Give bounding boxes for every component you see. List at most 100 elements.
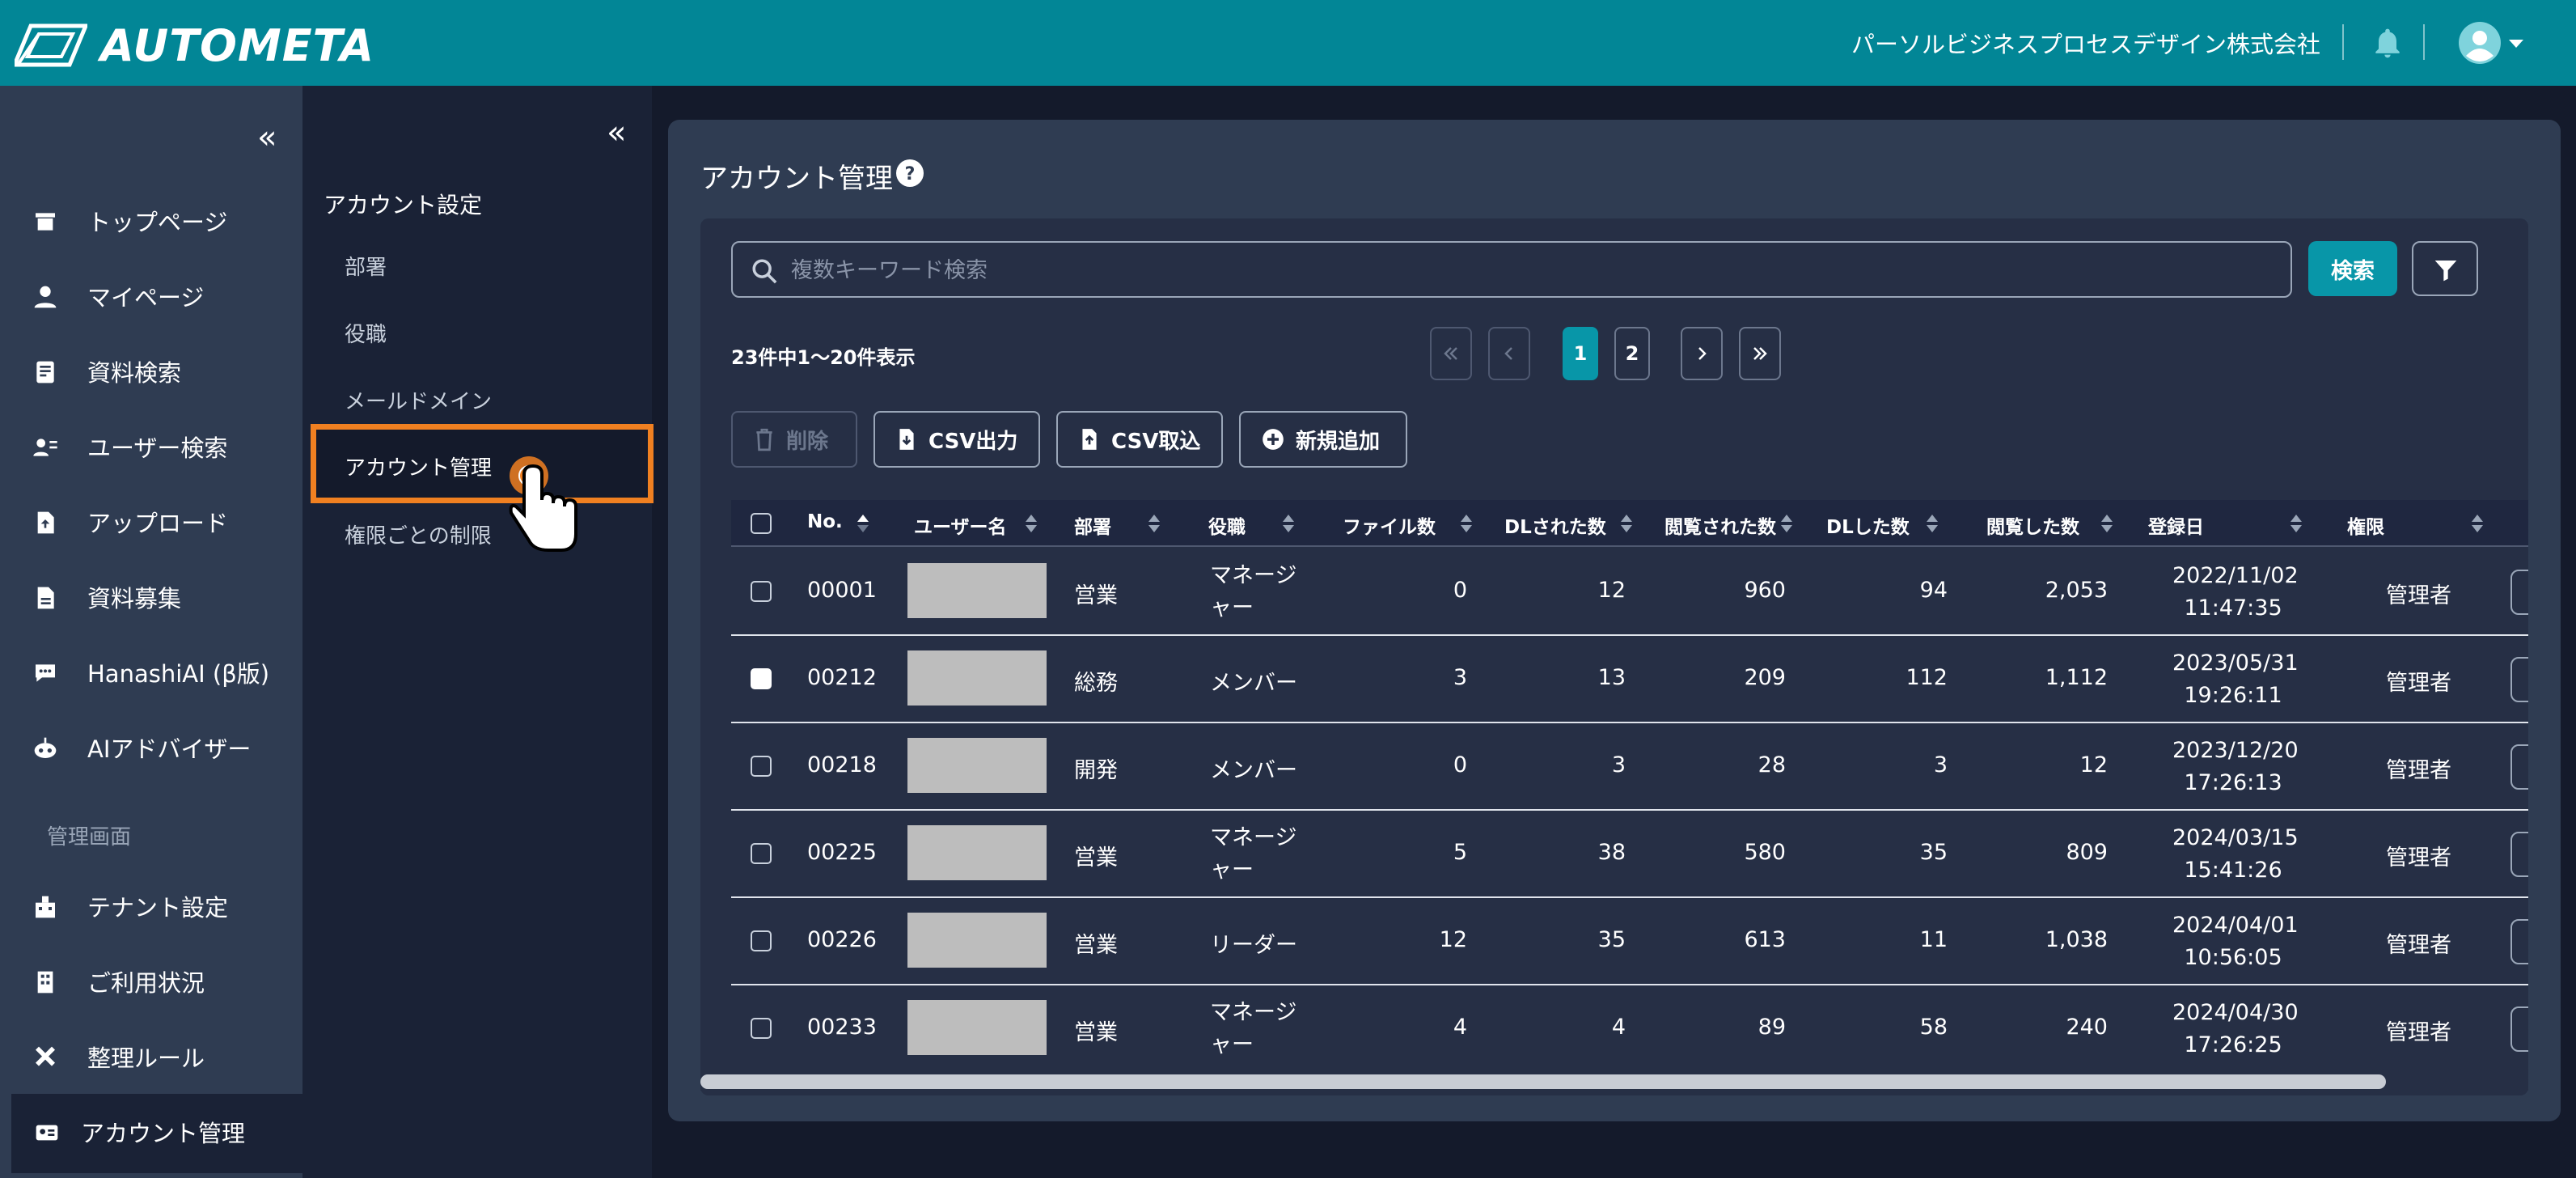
edit-button[interactable] <box>2510 832 2528 877</box>
sidebar-item-label: テナント設定 <box>87 894 229 922</box>
sidebar-item-tenant-settings[interactable]: テナント設定 <box>0 878 302 934</box>
delete-button[interactable]: 削除 <box>731 411 857 468</box>
cell-file-count: 4 <box>1453 1015 1467 1040</box>
add-new-button[interactable]: 新規追加 <box>1239 411 1407 468</box>
sidebar-item-hanashi-ai[interactable]: HanashiAI (β版) <box>0 644 302 701</box>
first-page-button[interactable] <box>1430 327 1472 380</box>
row-checkbox[interactable] <box>751 1018 772 1039</box>
row-checkbox[interactable] <box>751 756 772 777</box>
edit-button[interactable] <box>2510 657 2528 702</box>
edit-button[interactable] <box>2510 1006 2528 1052</box>
last-page-button[interactable] <box>1739 327 1781 380</box>
sort-icon[interactable] <box>1459 513 1474 534</box>
sort-icon[interactable] <box>1779 513 1794 534</box>
cell-download-done: 35 <box>1919 840 1948 865</box>
sidebar-item-top-page[interactable]: トップページ <box>0 193 302 249</box>
column-header-downloaded-count[interactable]: DLされた数 <box>1504 511 1606 539</box>
csv-import-button[interactable]: CSV取込 <box>1056 411 1223 468</box>
csv-export-button[interactable]: CSV出力 <box>873 411 1040 468</box>
row-checkbox[interactable] <box>751 843 772 864</box>
sidebar-item-document-search[interactable]: 資料検索 <box>0 343 302 400</box>
filter-button[interactable] <box>2412 241 2478 296</box>
filter-icon <box>2434 261 2457 282</box>
horizontal-scrollbar-thumb[interactable] <box>700 1074 2386 1089</box>
prev-page-button[interactable] <box>1488 327 1530 380</box>
table-row[interactable]: 00226 営業 リーダー 12 35 613 11 1,038 2024/04… <box>731 898 2528 985</box>
sort-icon[interactable] <box>2100 513 2114 534</box>
column-header-download-done[interactable]: DLした数 <box>1826 511 1910 539</box>
cell-permission: 管理者 <box>2386 671 2451 696</box>
sidebar-item-user-search[interactable]: ユーザー検索 <box>0 418 302 475</box>
chevron-down-icon[interactable] <box>2507 38 2525 49</box>
page-2-button[interactable]: 2 <box>1614 327 1650 380</box>
sort-icon[interactable] <box>1281 513 1296 534</box>
admin-section-label: 管理画面 <box>47 825 132 850</box>
subnav-item-position[interactable]: 役職 <box>345 318 387 348</box>
column-header-no[interactable]: No. <box>807 511 843 532</box>
column-header-permission[interactable]: 権限 <box>2347 511 2384 539</box>
date-line: 2024/04/30 <box>2172 1000 2299 1025</box>
sort-asc-icon[interactable] <box>856 513 870 534</box>
collapse-sidebar-icon[interactable]: « <box>257 121 277 154</box>
sort-icon[interactable] <box>1925 513 1939 534</box>
user-avatar-icon[interactable] <box>2459 22 2501 64</box>
next-page-button[interactable] <box>1681 327 1723 380</box>
sidebar-item-upload[interactable]: アップロード <box>0 494 302 550</box>
sort-icon[interactable] <box>1024 513 1038 534</box>
file-download-icon <box>899 429 914 450</box>
search-box[interactable] <box>731 241 2292 298</box>
sort-icon[interactable] <box>2470 513 2485 534</box>
column-header-department[interactable]: 部署 <box>1074 511 1111 539</box>
row-checkbox[interactable] <box>751 581 772 602</box>
sidebar-item-ai-advisor[interactable]: AIアドバイザー <box>0 719 302 776</box>
edit-button[interactable] <box>2510 744 2528 790</box>
subnav-item-department[interactable]: 部署 <box>345 251 387 281</box>
sort-icon[interactable] <box>1147 513 1161 534</box>
cell-no: 00001 <box>807 578 877 603</box>
row-checkbox[interactable] <box>751 930 772 951</box>
column-header-file-count[interactable]: ファイル数 <box>1343 511 1436 539</box>
sidebar-item-my-page[interactable]: マイページ <box>0 268 302 324</box>
masked-username <box>907 738 1047 793</box>
row-checkbox[interactable] <box>751 668 772 689</box>
column-header-view-done[interactable]: 閲覧した数 <box>1986 511 2079 539</box>
column-header-position[interactable]: 役職 <box>1208 511 1246 539</box>
masked-username <box>907 913 1047 968</box>
time-line: 19:26:11 <box>2184 683 2282 708</box>
page-1-button[interactable]: 1 <box>1563 327 1598 380</box>
cell-department: 営業 <box>1074 933 1118 958</box>
table-row[interactable]: 00218 開発 メンバー 0 3 28 3 12 2023/12/20 17:2… <box>731 723 2528 811</box>
help-icon[interactable]: ? <box>896 159 924 187</box>
collapse-subnav-icon[interactable]: « <box>607 117 626 149</box>
edit-button[interactable] <box>2510 570 2528 615</box>
table-row[interactable]: 00225 営業 マネージ ャー 5 38 580 35 809 2024/03/… <box>731 811 2528 898</box>
select-all-checkbox[interactable] <box>751 513 772 534</box>
cell-department: 営業 <box>1074 845 1118 871</box>
table-row[interactable]: 00233 営業 マネージ ャー 4 4 89 58 240 2024/04/30… <box>731 985 2528 1070</box>
sort-icon[interactable] <box>2289 513 2303 534</box>
cell-viewed-count: 613 <box>1744 927 1786 952</box>
sidebar-item-document-recruit[interactable]: 資料募集 <box>0 569 302 625</box>
subnav-item-permission-limits[interactable]: 権限ごとの制限 <box>345 519 492 549</box>
subnav-item-mail-domain[interactable]: メールドメイン <box>345 385 492 415</box>
column-header-viewed-count[interactable]: 閲覧された数 <box>1664 511 1776 539</box>
bell-icon[interactable] <box>2370 25 2405 61</box>
cell-registered-date: 2022/11/02 11:47:35 <box>2172 560 2299 625</box>
column-header-registered-date[interactable]: 登録日 <box>2148 511 2204 539</box>
edit-button[interactable] <box>2510 919 2528 964</box>
cell-file-count: 12 <box>1439 927 1467 952</box>
column-header-username[interactable]: ユーザー名 <box>914 511 1007 539</box>
main-sidebar <box>0 86 302 1178</box>
table-row[interactable]: 00001 営業 マネージ ャー 0 12 960 94 2,053 2022/1… <box>731 549 2528 636</box>
table-row[interactable]: 00212 総務 メンバー 3 13 209 112 1,112 2023/05… <box>731 636 2528 723</box>
sidebar-item-usage-status[interactable]: ご利用状況 <box>0 953 302 1010</box>
search-button[interactable]: 検索 <box>2308 241 2397 296</box>
upload-file-icon <box>37 511 54 534</box>
sidebar-item-organize-rules[interactable]: 整理ルール <box>0 1028 302 1085</box>
cell-no: 00226 <box>807 927 877 952</box>
sort-icon[interactable] <box>1619 513 1634 534</box>
sidebar-item-account-management[interactable]: アカウント管理 <box>11 1104 302 1160</box>
search-input[interactable] <box>791 251 2263 290</box>
autometa-logo[interactable]: AUTOMETA <box>15 19 374 71</box>
delete-label: 削除 <box>786 429 829 454</box>
